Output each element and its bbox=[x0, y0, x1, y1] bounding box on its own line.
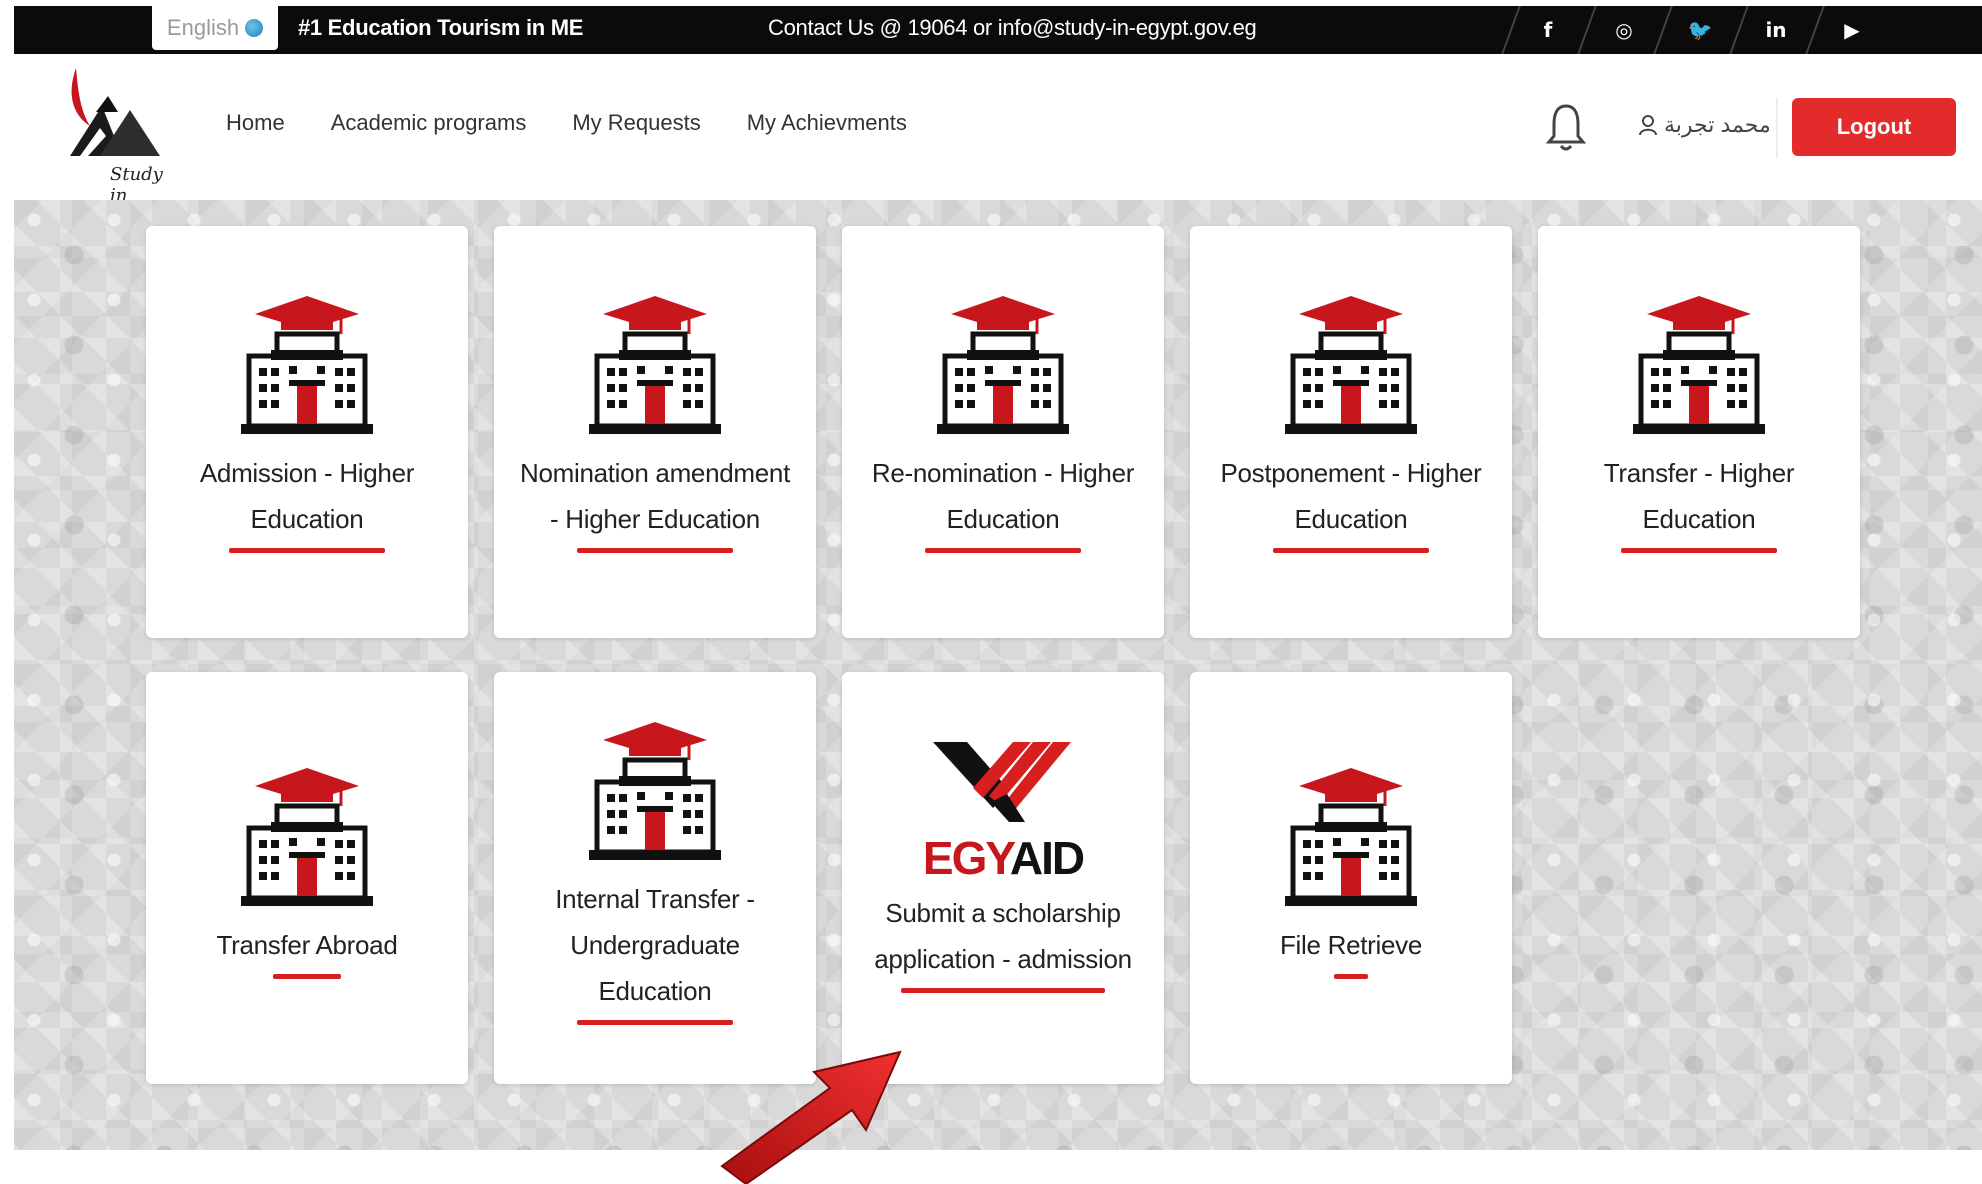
user-icon bbox=[1639, 115, 1657, 136]
service-underline bbox=[577, 1020, 733, 1025]
service-card-transfer-higher[interactable]: Transfer - Higher Education bbox=[1538, 226, 1860, 638]
language-label: English bbox=[166, 15, 240, 40]
service-card-internal-transfer[interactable]: Internal Transfer - Undergraduate Educat… bbox=[494, 672, 816, 1084]
service-underline bbox=[1334, 974, 1368, 979]
service-underline bbox=[229, 548, 385, 553]
nav-home[interactable]: Home bbox=[226, 110, 285, 136]
service-title-line2: application - admission bbox=[874, 944, 1132, 974]
university-building-icon bbox=[1285, 294, 1417, 438]
service-title-line1: File Retrieve bbox=[1279, 930, 1423, 960]
egyaid-brand-egy: EGY bbox=[922, 832, 1012, 884]
social-links: f ◎ 🐦 in ▶ bbox=[1510, 6, 1890, 54]
egyaid-brand-aid: AID bbox=[1009, 832, 1085, 884]
service-card-egyaid-scholarship[interactable]: EGYAID Submit a scholarship application … bbox=[842, 672, 1164, 1084]
service-card-transfer-abroad[interactable]: Transfer Abroad bbox=[146, 672, 468, 1084]
service-title-line3: Education bbox=[598, 976, 712, 1006]
service-underline bbox=[1621, 548, 1777, 553]
page-footer-area bbox=[0, 1150, 1982, 1184]
service-card-nomination-amendment[interactable]: Nomination amendment - Higher Education bbox=[494, 226, 816, 638]
university-building-icon bbox=[589, 720, 721, 864]
linkedin-icon[interactable]: in bbox=[1738, 6, 1814, 54]
facebook-icon[interactable]: f bbox=[1510, 6, 1586, 54]
service-title-line2: Education bbox=[946, 504, 1060, 534]
service-title-line1: Submit a scholarship bbox=[885, 898, 1121, 928]
service-title-line1: Re-nomination - Higher bbox=[871, 458, 1135, 488]
bell-icon[interactable] bbox=[1544, 102, 1588, 154]
university-building-icon bbox=[589, 294, 721, 438]
service-card-re-nomination[interactable]: Re-nomination - Higher Education bbox=[842, 226, 1164, 638]
university-building-icon bbox=[241, 766, 373, 910]
study-in-egypt-logo[interactable]: Study in Egypt bbox=[60, 66, 170, 227]
service-title-line2: Education bbox=[1294, 504, 1408, 534]
logo-mark-icon bbox=[70, 68, 160, 156]
service-title-line1: Admission - Higher bbox=[199, 458, 415, 488]
user-menu[interactable]: محمد تجربة bbox=[1638, 112, 1771, 138]
service-underline bbox=[577, 548, 733, 553]
university-building-icon bbox=[1633, 294, 1765, 438]
egyaid-logo-icon bbox=[933, 742, 1071, 822]
instagram-icon[interactable]: ◎ bbox=[1586, 6, 1662, 54]
service-title-line2: - Higher Education bbox=[550, 504, 760, 534]
service-underline bbox=[925, 548, 1081, 553]
service-card-file-retrieve[interactable]: File Retrieve bbox=[1190, 672, 1512, 1084]
service-title-line1: Transfer - Higher bbox=[1603, 458, 1795, 488]
twitter-icon[interactable]: 🐦 bbox=[1662, 6, 1738, 54]
logout-button[interactable]: Logout bbox=[1792, 98, 1956, 156]
red-pointer-arrow-icon bbox=[720, 1050, 902, 1184]
nav-my-requests[interactable]: My Requests bbox=[572, 110, 700, 136]
service-title-line1: Transfer Abroad bbox=[216, 930, 398, 960]
service-title-line1: Postponement - Higher bbox=[1220, 458, 1482, 488]
services-panel: Admission - Higher Education Nomination … bbox=[14, 200, 1982, 1150]
nav-divider bbox=[1776, 98, 1778, 158]
service-card-postponement[interactable]: Postponement - Higher Education bbox=[1190, 226, 1512, 638]
service-title-line2: Undergraduate bbox=[570, 930, 740, 960]
user-name: محمد تجربة bbox=[1664, 112, 1771, 137]
nav-academic-programs[interactable]: Academic programs bbox=[331, 110, 527, 136]
youtube-icon[interactable]: ▶ bbox=[1814, 6, 1890, 54]
service-underline bbox=[273, 974, 341, 979]
main-nav: Study in Egypt Home Academic programs My… bbox=[14, 58, 1982, 227]
top-bar: English #1 Education Tourism in ME Conta… bbox=[14, 6, 1982, 54]
nav-links: Home Academic programs My Requests My Ac… bbox=[226, 110, 907, 136]
service-card-admission[interactable]: Admission - Higher Education bbox=[146, 226, 468, 638]
service-title-line1: Internal Transfer - bbox=[555, 884, 755, 914]
service-title-line2: Education bbox=[1642, 504, 1756, 534]
nav-my-achievements[interactable]: My Achievments bbox=[747, 110, 907, 136]
service-underline bbox=[901, 988, 1105, 993]
language-selector[interactable]: English bbox=[152, 6, 278, 50]
university-building-icon bbox=[937, 294, 1069, 438]
globe-icon bbox=[245, 19, 264, 37]
service-title-line2: Education bbox=[250, 504, 364, 534]
university-building-icon bbox=[1285, 766, 1417, 910]
tagline: #1 Education Tourism in ME bbox=[298, 15, 584, 40]
contact-info: Contact Us @ 19064 or info@study-in-egyp… bbox=[768, 15, 1257, 40]
service-title-line1: Nomination amendment bbox=[519, 458, 791, 488]
university-building-icon bbox=[241, 294, 373, 438]
service-underline bbox=[1273, 548, 1429, 553]
egyaid-brand: EGYAID bbox=[922, 830, 1085, 886]
